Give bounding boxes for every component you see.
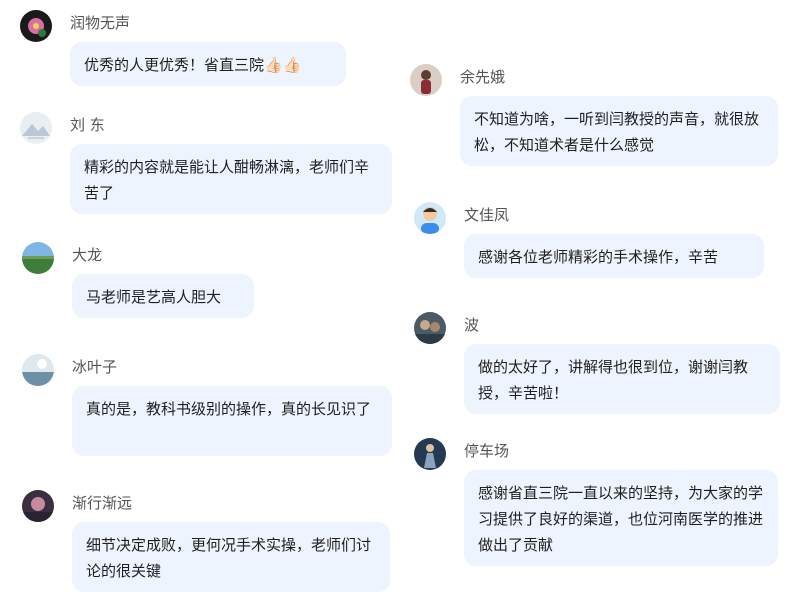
field-avatar[interactable] bbox=[22, 242, 54, 274]
comment-author: 停车场 bbox=[464, 442, 510, 460]
comment-text: 感谢省直三院一直以来的坚持，为大家的学习提供了良好的渠道，也位河南医学的推进做出… bbox=[464, 470, 778, 566]
figure-avatar[interactable] bbox=[414, 438, 446, 470]
comment-text: 马老师是艺高人胆大 bbox=[72, 274, 254, 318]
comment-text: 感谢各位老师精彩的手术操作，辛苦 bbox=[464, 234, 764, 278]
person-avatar[interactable] bbox=[410, 64, 442, 96]
thumbs-up-icon: 👍🏻👍🏻 bbox=[264, 56, 302, 74]
comment-author: 余先娥 bbox=[460, 68, 506, 86]
comment-text: 精彩的内容就是能让人酣畅淋漓，老师们辛苦了 bbox=[70, 144, 392, 214]
comment-author: 文佳凤 bbox=[464, 206, 510, 224]
cartoon-avatar[interactable] bbox=[414, 202, 446, 234]
comment-author: 大龙 bbox=[72, 246, 103, 264]
comment-text: 做的太好了，讲解得也很到位，谢谢闫教授，辛苦啦！ bbox=[464, 344, 780, 414]
comment-author: 波 bbox=[464, 316, 480, 334]
dusk-avatar[interactable] bbox=[22, 490, 54, 522]
snow-avatar[interactable] bbox=[22, 354, 54, 386]
comment-author: 刘 东 bbox=[70, 116, 105, 134]
flower-avatar[interactable] bbox=[20, 10, 52, 42]
comment-text: 细节决定成败，更何况手术实操，老师们讨论的很关键 bbox=[72, 522, 390, 592]
group-avatar[interactable] bbox=[414, 312, 446, 344]
comment-author: 渐行渐远 bbox=[72, 494, 133, 512]
comment-author: 冰叶子 bbox=[72, 358, 118, 376]
comment-author: 润物无声 bbox=[70, 14, 131, 32]
comment-text: 不知道为啥，一听到闫教授的声音，就很放松，不知道术者是什么感觉 bbox=[460, 96, 778, 166]
comment-text: 优秀的人更优秀！省直三院👍🏻👍🏻 bbox=[70, 42, 346, 86]
comment-text: 真的是，教科书级别的操作，真的长见识了 bbox=[72, 386, 392, 456]
mountain-avatar[interactable] bbox=[20, 112, 52, 144]
